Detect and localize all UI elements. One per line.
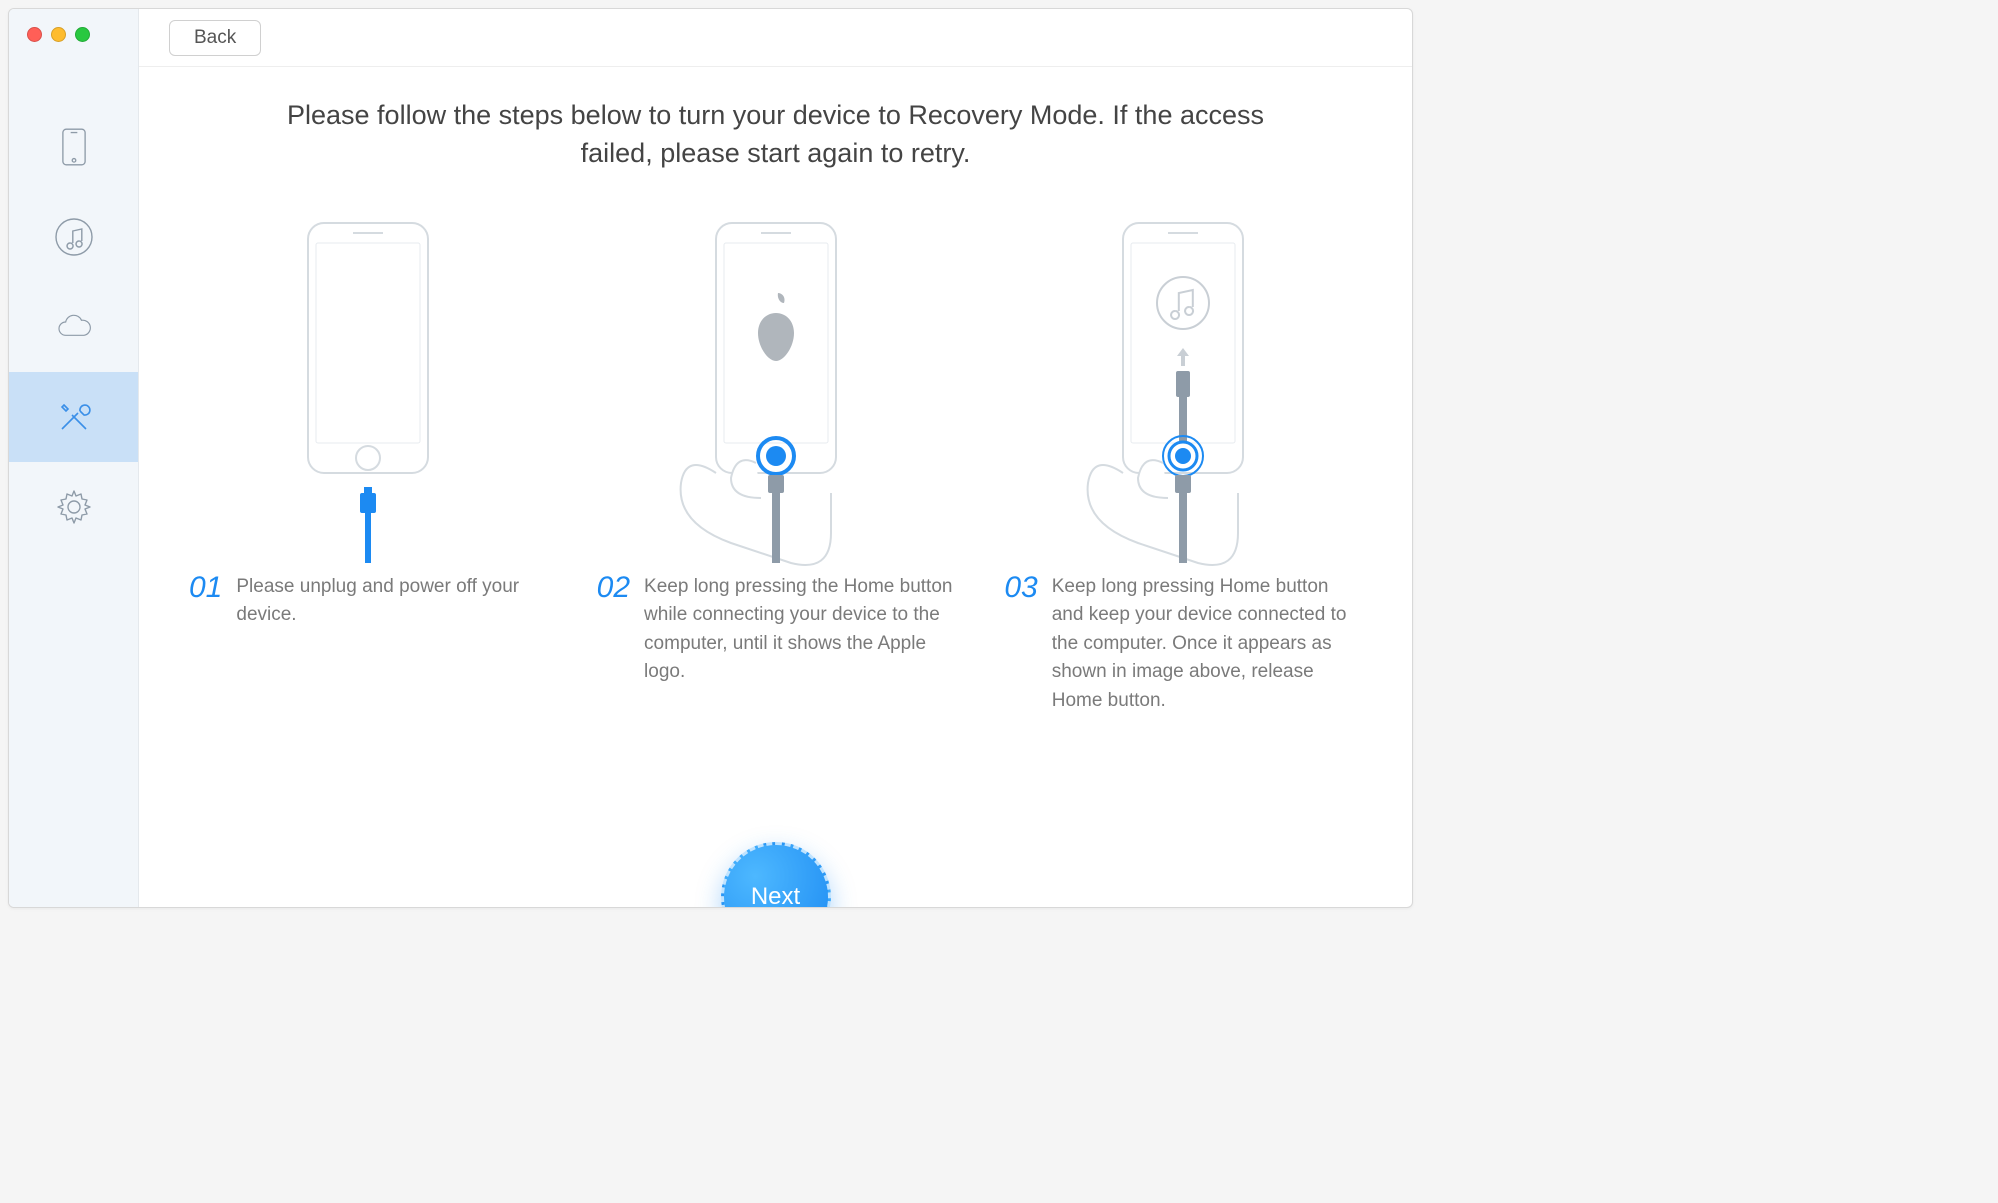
cloud-icon <box>54 307 94 347</box>
phone-unplug-icon <box>268 213 468 573</box>
back-button[interactable]: Back <box>169 20 261 56</box>
step-2-number: 02 <box>597 573 630 603</box>
main-content: Back Please follow the steps below to tu… <box>139 9 1412 907</box>
step-1-number: 01 <box>189 573 222 603</box>
phone-itunes-press-icon <box>1053 213 1313 573</box>
step-3-number: 03 <box>1004 573 1037 603</box>
sidebar-item-device[interactable] <box>9 102 138 192</box>
sidebar-item-icloud[interactable] <box>9 282 138 372</box>
sidebar-item-settings[interactable] <box>9 462 138 552</box>
step-1: 01 Please unplug and power off your devi… <box>179 213 557 716</box>
phone-apple-press-icon <box>646 213 906 573</box>
step-3: 03 Keep long pressing Home button and ke… <box>994 213 1372 716</box>
content-area: Please follow the steps below to turn yo… <box>139 67 1412 907</box>
window-controls <box>9 27 90 42</box>
step-1-text: Please unplug and power off your device. <box>236 573 546 630</box>
step-3-caption: 03 Keep long pressing Home button and ke… <box>994 573 1372 716</box>
step-3-text: Keep long pressing Home button and keep … <box>1052 573 1362 716</box>
step-1-illustration <box>179 213 557 573</box>
phone-icon <box>54 127 94 167</box>
step-2-caption: 02 Keep long pressing the Home button wh… <box>587 573 965 687</box>
step-3-illustration <box>994 213 1372 573</box>
sidebar <box>9 9 139 907</box>
steps-row: 01 Please unplug and power off your devi… <box>179 213 1372 716</box>
sidebar-item-tools[interactable] <box>9 372 138 462</box>
next-button[interactable]: Next <box>721 842 831 908</box>
minimize-icon[interactable] <box>51 27 66 42</box>
app-window: Back Please follow the steps below to tu… <box>8 8 1413 908</box>
toolbar: Back <box>139 9 1412 67</box>
maximize-icon[interactable] <box>75 27 90 42</box>
step-2: 02 Keep long pressing the Home button wh… <box>587 213 965 716</box>
step-1-caption: 01 Please unplug and power off your devi… <box>179 573 557 630</box>
music-note-icon <box>54 217 94 257</box>
step-2-text: Keep long pressing the Home button while… <box>644 573 954 687</box>
gear-icon <box>54 487 94 527</box>
step-2-illustration <box>587 213 965 573</box>
close-icon[interactable] <box>27 27 42 42</box>
sidebar-item-itunes[interactable] <box>9 192 138 282</box>
tools-icon <box>54 397 94 437</box>
instruction-title: Please follow the steps below to turn yo… <box>286 97 1266 173</box>
